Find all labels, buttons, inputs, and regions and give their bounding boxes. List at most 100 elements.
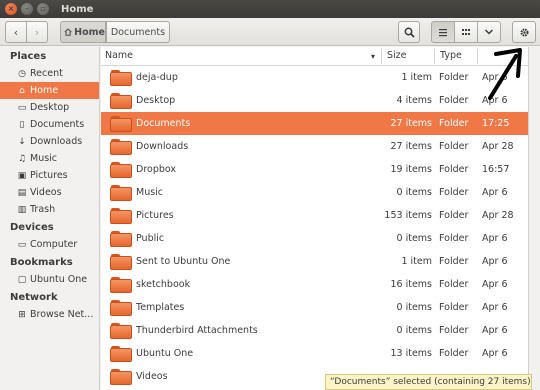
file-type: Folder: [439, 279, 469, 290]
file-type: Folder: [439, 325, 469, 336]
column-type[interactable]: Type: [440, 50, 462, 61]
sidebar-item-music[interactable]: ♫ Music: [0, 150, 99, 167]
folder-icon: [110, 138, 132, 155]
computer-icon: ▭: [17, 239, 27, 250]
file-modified: Apr 6: [482, 256, 508, 267]
file-modified: Apr 6: [482, 233, 508, 244]
file-list: Name ▾ Size Type deja-dup 1 item Folder Apr…: [101, 47, 528, 390]
search-button[interactable]: [398, 21, 420, 43]
sidebar-item-downloads[interactable]: ↓ Downloads: [0, 133, 99, 150]
sidebar-item-label: Downloads: [30, 136, 83, 147]
sidebar-heading-bookmarks: Bookmarks: [10, 257, 73, 268]
file-name: Dropbox: [136, 164, 177, 175]
table-row[interactable]: Pictures 153 items Folder Apr 28: [101, 204, 528, 227]
file-type: Folder: [439, 302, 469, 313]
list-view-button[interactable]: [431, 21, 455, 43]
file-modified: Apr 6: [482, 325, 508, 336]
folder-icon: [110, 368, 132, 385]
sidebar-item-label: Computer: [30, 239, 78, 250]
scrollbar[interactable]: [528, 47, 540, 390]
file-size: 27 items: [390, 118, 432, 129]
sidebar-item-label: Videos: [30, 187, 62, 198]
sidebar-item-documents[interactable]: ▯ Documents: [0, 116, 99, 133]
table-row[interactable]: Desktop 4 items Folder Apr 6: [101, 89, 528, 112]
column-size[interactable]: Size: [387, 50, 407, 61]
close-icon[interactable]: ×: [5, 3, 17, 15]
search-icon: [404, 27, 415, 38]
file-modified: 17:25: [482, 118, 510, 129]
file-name: Downloads: [136, 141, 189, 152]
column-name[interactable]: Name: [105, 50, 133, 61]
file-size: 4 items: [396, 95, 432, 106]
settings-button[interactable]: [512, 21, 536, 43]
folder-icon: [110, 230, 132, 247]
home-icon: ⌂: [19, 85, 25, 96]
table-row[interactable]: Downloads 27 items Folder Apr 28: [101, 135, 528, 158]
table-row[interactable]: Ubuntu One 13 items Folder Apr 6: [101, 342, 528, 365]
sidebar-item-label: Browse Net...: [30, 309, 94, 320]
sidebar-item-home[interactable]: ⌂ Home: [0, 82, 99, 99]
file-modified: Apr 28: [482, 141, 514, 152]
sidebar-item-ubuntu-one[interactable]: ▢ Ubuntu One: [0, 271, 99, 288]
table-row[interactable]: Dropbox 19 items Folder 16:57: [101, 158, 528, 181]
file-size: 0 items: [396, 187, 432, 198]
table-row[interactable]: deja-dup 1 item Folder Apr 6: [101, 66, 528, 89]
sidebar-heading-devices: Devices: [10, 222, 54, 233]
file-size: 1 item: [401, 72, 432, 83]
file-name: Desktop: [136, 95, 176, 106]
sidebar-item-videos[interactable]: ▤ Videos: [0, 184, 99, 201]
folder-icon: [110, 161, 132, 178]
breadcrumb-home[interactable]: Home: [60, 21, 106, 43]
file-rows: deja-dup 1 item Folder Apr 6 Desktop 4 items F…: [101, 66, 528, 388]
grid-view-button[interactable]: [454, 21, 478, 43]
file-type: Folder: [439, 72, 469, 83]
sidebar-item-desktop[interactable]: ▭ Desktop: [0, 99, 99, 116]
minimize-icon[interactable]: –: [21, 3, 33, 15]
sidebar-item-browse-network[interactable]: ⊞ Browse Net...: [0, 306, 99, 323]
breadcrumb-documents[interactable]: Documents: [106, 21, 170, 43]
title-bar: × – ▫ Home: [0, 0, 540, 18]
file-name: sketchbook: [136, 279, 191, 290]
table-row[interactable]: sketchbook 16 items Folder Apr 6: [101, 273, 528, 296]
sidebar-item-recent[interactable]: ◷ Recent: [0, 65, 99, 82]
folder-icon: ▢: [17, 274, 27, 285]
sidebar-item-pictures[interactable]: ▣ Pictures: [0, 167, 99, 184]
gear-icon: [520, 28, 528, 36]
back-button[interactable]: ‹: [5, 21, 27, 43]
folder-icon: [110, 92, 132, 109]
table-row[interactable]: Documents 27 items Folder 17:25: [101, 112, 528, 135]
file-name: Documents: [136, 118, 191, 129]
column-header: Name ▾ Size Type: [101, 47, 528, 66]
sidebar-item-label: Trash: [30, 204, 56, 215]
table-row[interactable]: Public 0 items Folder Apr 6: [101, 227, 528, 250]
sidebar-item-label: Recent: [30, 68, 63, 79]
grid-icon: [462, 28, 470, 35]
file-name: Public: [136, 233, 165, 244]
toolbar: ‹ › Home Documents: [0, 18, 540, 46]
table-row[interactable]: Thunderbird Attachments 0 items Folder Apr …: [101, 319, 528, 342]
file-type: Folder: [439, 210, 469, 221]
folder-icon: [110, 276, 132, 293]
network-icon: ⊞: [18, 309, 26, 320]
breadcrumb-home-label: Home: [74, 26, 105, 38]
file-modified: Apr 28: [482, 210, 514, 221]
sidebar-item-computer[interactable]: ▭ Computer: [0, 236, 99, 253]
maximize-icon[interactable]: ▫: [37, 3, 49, 15]
file-modified: Apr 6: [482, 187, 508, 198]
table-row[interactable]: Music 0 items Folder Apr 6: [101, 181, 528, 204]
document-icon: ▯: [19, 119, 25, 130]
forward-button[interactable]: ›: [26, 21, 48, 43]
file-modified: Apr 6: [482, 348, 508, 359]
view-options-button[interactable]: [477, 21, 501, 43]
window-title: Home: [61, 3, 94, 15]
file-size: 19 items: [390, 164, 432, 175]
table-row[interactable]: Sent to Ubuntu One 1 item Folder Apr 6: [101, 250, 528, 273]
file-name: deja-dup: [136, 72, 178, 83]
table-row[interactable]: Templates 0 items Folder Apr 6: [101, 296, 528, 319]
file-name: Videos: [136, 371, 168, 382]
file-modified: Apr 6: [482, 279, 508, 290]
sidebar-item-trash[interactable]: ▥ Trash: [0, 201, 99, 218]
sort-chevron-icon[interactable]: ▾: [371, 52, 375, 61]
file-type: Folder: [439, 141, 469, 152]
sidebar-heading-places: Places: [10, 51, 47, 62]
